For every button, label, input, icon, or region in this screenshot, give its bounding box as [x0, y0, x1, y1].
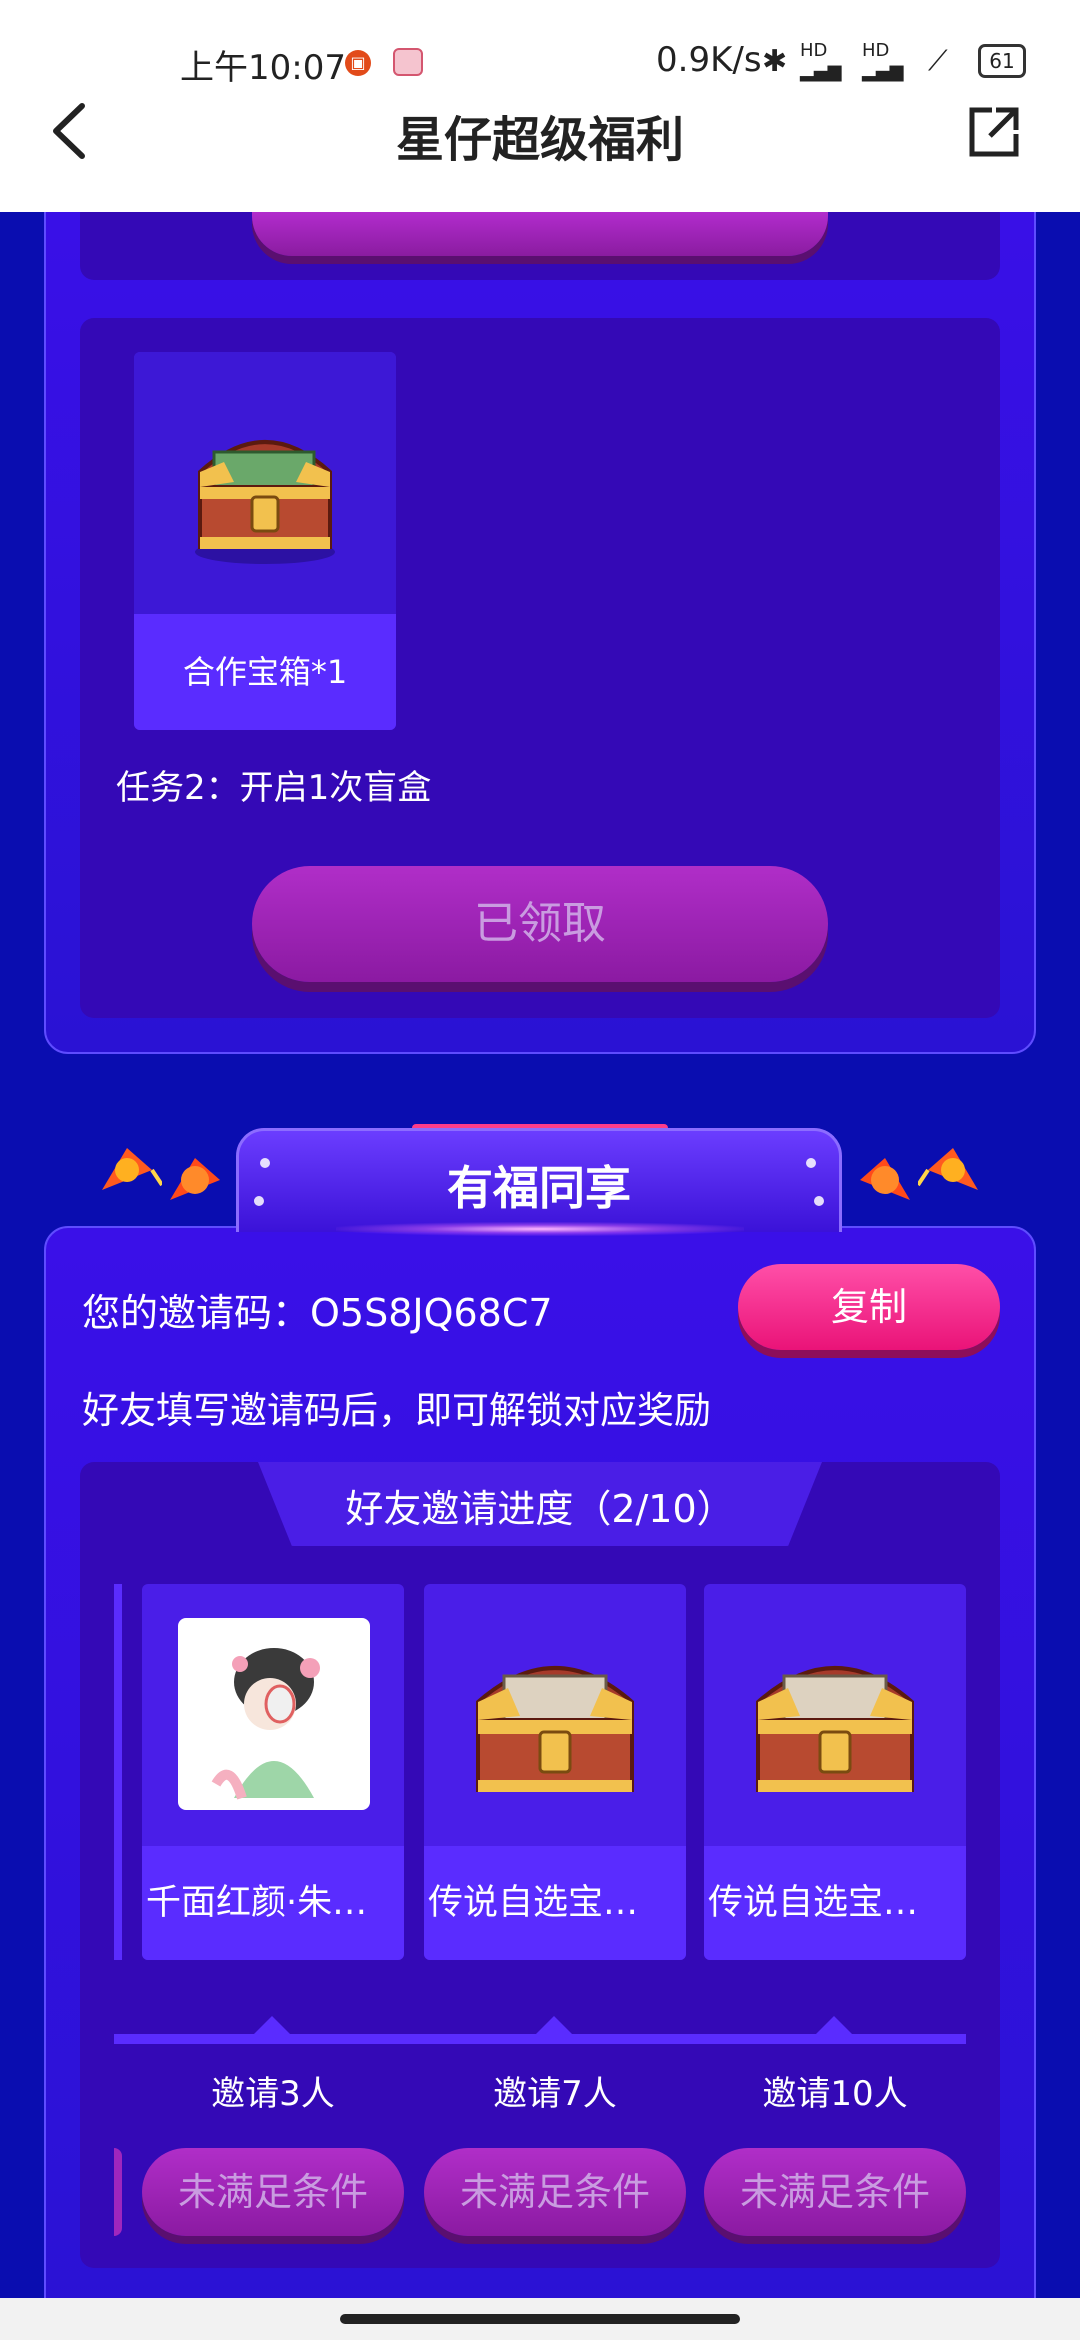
invite-reward-card[interactable]: 传说自选宝… — [704, 1584, 966, 1960]
invite-code: 您的邀请码：O5S8JQ68C7 — [82, 1291, 553, 1335]
banner-glow — [336, 1222, 744, 1236]
notification-app-icon-2 — [393, 48, 423, 76]
track-marker — [254, 2016, 290, 2034]
reward-card-partial — [114, 1584, 122, 1960]
hd-signal-label: HD — [800, 40, 828, 61]
previous-task-button[interactable] — [252, 212, 828, 256]
unmet-condition-button[interactable]: 未满足条件 — [704, 2148, 966, 2236]
invite-count: 邀请3人 — [211, 2074, 335, 2114]
reward-card: 合作宝箱*1 — [134, 352, 396, 730]
network-speed: 0.9K/s — [656, 40, 762, 80]
battery-icon: 61 — [978, 44, 1026, 78]
invite-reward-card[interactable]: 传说自选宝… — [424, 1584, 686, 1960]
task-description: 任务2：开启1次盲盒 — [116, 768, 432, 808]
claimed-button[interactable]: 已领取 — [252, 866, 828, 982]
character-image — [142, 1584, 404, 1846]
hd-signal-label-2: HD — [862, 40, 890, 61]
status-bar: 上午10:07 ▣ 0.9K/s ✱ HD ▂▄▆ HD ▂▄▆ ⟋ 61 — [0, 36, 1080, 88]
treasure-chest-image — [424, 1584, 686, 1846]
invite-count: 邀请7人 — [493, 2074, 617, 2114]
invite-hint: 好友填写邀请码后，即可解锁对应奖励 — [82, 1389, 711, 1432]
reward-label: 合作宝箱*1 — [134, 614, 396, 730]
bluetooth-icon: ✱ — [762, 44, 788, 79]
invite-count: 邀请10人 — [762, 2074, 908, 2114]
hd-signal-icon-2: HD ▂▄▆ — [862, 40, 904, 82]
home-indicator[interactable] — [340, 2314, 740, 2324]
lantern-icon-3 — [860, 1158, 910, 1200]
lantern-icon-2 — [170, 1158, 220, 1200]
progress-title: 好友邀请进度（2/10） — [345, 1487, 735, 1531]
unmet-button-partial — [114, 2148, 122, 2236]
track-marker — [536, 2016, 572, 2034]
hd-signal-icon: HD ▂▄▆ — [800, 40, 842, 82]
track-marker — [816, 2016, 852, 2034]
treasure-chest-icon — [195, 440, 335, 564]
treasure-chest-image — [704, 1584, 966, 1846]
copy-button[interactable]: 复制 — [738, 1264, 1000, 1350]
notification-app-icon: ▣ — [345, 50, 371, 76]
reward-label: 传说自选宝… — [424, 1846, 686, 1960]
unmet-condition-button[interactable]: 未满足条件 — [424, 2148, 686, 2236]
external-link-icon — [969, 107, 1019, 157]
section-title: 有福同享 — [447, 1161, 631, 1215]
invite-progress-track — [114, 2034, 966, 2044]
wifi-icon: ⟋ — [928, 44, 948, 77]
reward-label: 传说自选宝… — [704, 1846, 966, 1960]
top-bar: 上午10:07 ▣ 0.9K/s ✱ HD ▂▄▆ HD ▂▄▆ ⟋ 61 星仔超级… — [0, 0, 1080, 212]
share-button[interactable] — [966, 104, 1022, 160]
treasure-chest-image — [134, 352, 396, 614]
lantern-icon — [102, 1148, 162, 1190]
lantern-icon-4 — [918, 1148, 978, 1190]
character-portrait-icon — [178, 1618, 370, 1810]
reward-label: 千面红颜·朱… — [142, 1846, 404, 1960]
unmet-condition-button[interactable]: 未满足条件 — [142, 2148, 404, 2236]
page-title: 星仔超级福利 — [395, 112, 684, 168]
invite-reward-card[interactable]: 千面红颜·朱… — [142, 1584, 404, 1960]
treasure-chest-icon — [476, 1666, 634, 1792]
status-time: 上午10:07 — [180, 48, 346, 88]
treasure-chest-icon — [756, 1666, 914, 1792]
